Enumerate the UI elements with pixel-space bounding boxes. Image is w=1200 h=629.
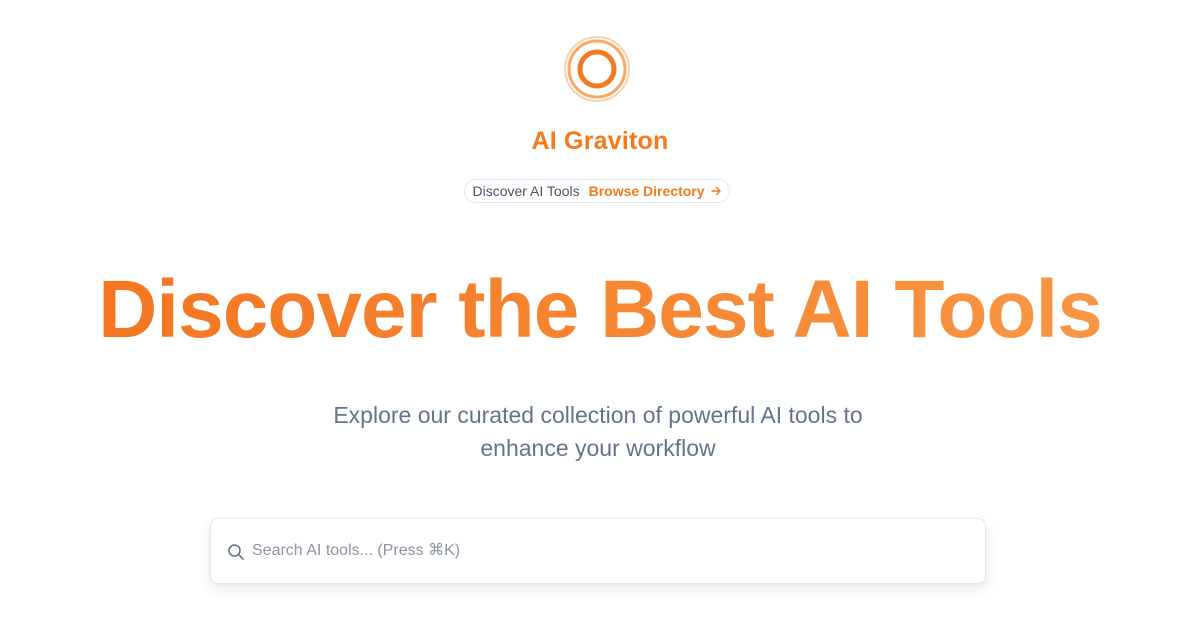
announcement-pill: Discover AI Tools Browse Directory	[464, 179, 730, 203]
hero-title: Discover the Best AI Tools	[0, 262, 1200, 358]
browse-directory-link[interactable]: Browse Directory	[589, 183, 722, 199]
search-icon	[228, 544, 244, 560]
search-input[interactable]	[252, 519, 972, 583]
brand-name: AI Graviton	[531, 127, 669, 155]
announcement-text: Discover AI Tools	[472, 183, 580, 199]
hero-subtitle: Explore our curated collection of powerf…	[333, 402, 863, 461]
brand-logo-icon	[564, 36, 630, 102]
arrow-right-icon	[710, 186, 721, 196]
search-bar[interactable]	[210, 518, 986, 584]
browse-directory-label: Browse Directory	[588, 183, 705, 199]
